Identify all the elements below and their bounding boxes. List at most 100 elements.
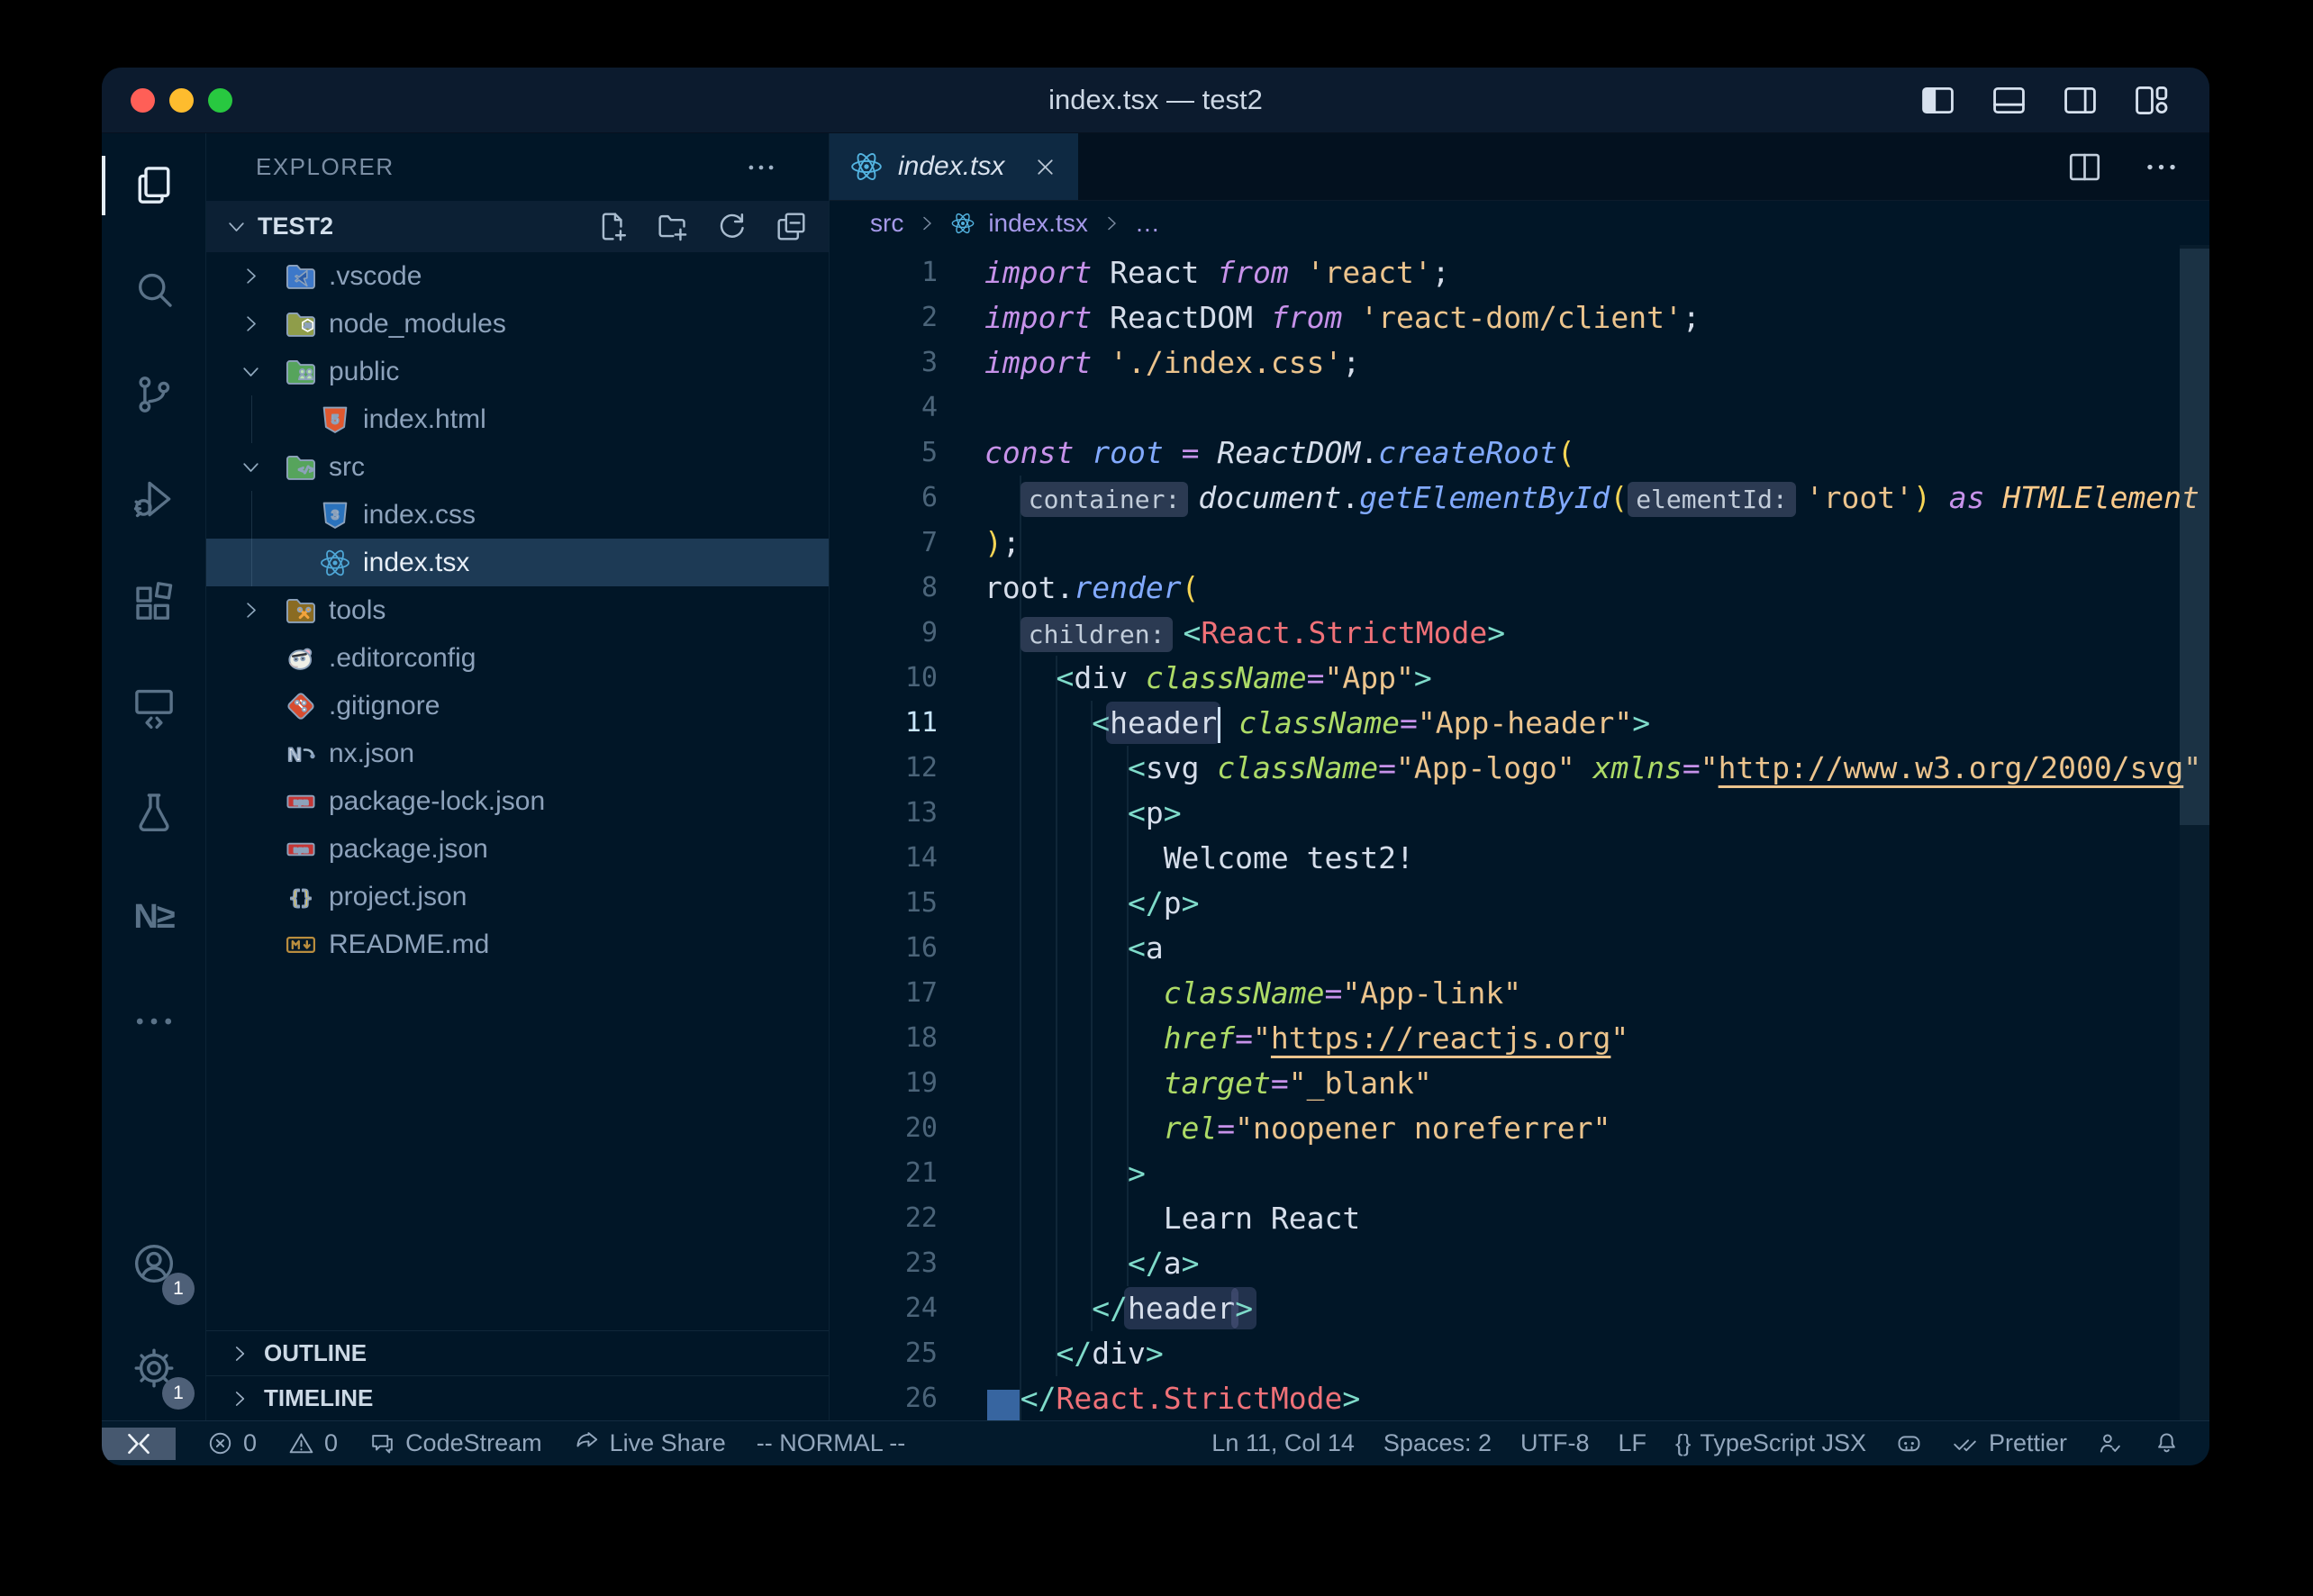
sidebar-item-index.html[interactable]: 5index.html [206,395,829,443]
activity-item-more-views[interactable] [102,969,205,1074]
status-formatter[interactable]: Prettier [1952,1429,2067,1457]
status-cursor-position[interactable]: Ln 11, Col 14 [1211,1429,1355,1457]
status-live-share[interactable]: Live Share [573,1429,726,1457]
status-eol[interactable]: LF [1619,1429,1647,1457]
sidebar-item-node_modules[interactable]: JSnode_modules [206,300,829,348]
chevron-down-icon[interactable] [239,455,263,479]
chevron-right-icon[interactable] [239,264,263,288]
status-errors[interactable]: 0 [206,1429,257,1457]
sidebar-item-tools[interactable]: tools [206,586,829,634]
code-line[interactable]: 16 <a [830,926,2209,971]
code-line[interactable]: 9 children:<React.StrictMode> [830,611,2209,656]
code-line[interactable]: 24 </header> [830,1286,2209,1331]
status-feedback[interactable] [2096,1429,2124,1457]
code-line[interactable]: 21 > [830,1151,2209,1196]
code-line[interactable]: 15 </p> [830,881,2209,926]
code-line[interactable]: 3import './index.css'; [830,340,2209,385]
sidebar-item-.editorconfig[interactable]: .editorconfig [206,634,829,682]
new-folder-icon[interactable] [655,209,690,244]
status-language-mode[interactable]: {}TypeScript JSX [1675,1429,1866,1457]
project-section-header[interactable]: TEST2 [206,201,829,252]
toggle-panel-icon[interactable] [1989,80,2029,121]
code-line[interactable]: 23 </a> [830,1241,2209,1286]
code-line[interactable]: 25 </div> [830,1331,2209,1376]
chevron-right-icon[interactable] [239,312,263,336]
status-codestream[interactable]: CodeStream [368,1429,542,1457]
code-line[interactable]: 13 <p> [830,791,2209,836]
sidebar-item-.vscode[interactable]: .vscode [206,252,829,300]
refresh-explorer-icon[interactable] [714,209,749,244]
code-line[interactable]: 7); [830,521,2209,566]
activity-item-explorer[interactable] [102,133,205,238]
sidebar-item-.gitignore[interactable]: .gitignore [206,682,829,730]
sidebar-item-package.json[interactable]: npmpackage.json [206,825,829,873]
status-copilot[interactable] [1895,1429,1923,1457]
sidebar-item-public[interactable]: public [206,348,829,395]
activity-item-settings[interactable]: 1 [102,1316,205,1420]
activity-item-remote-explorer[interactable] [102,656,205,760]
code-line[interactable]: 14 Welcome test2! [830,836,2209,881]
code-line[interactable]: 8root.render( [830,566,2209,611]
activity-item-run-and-debug[interactable] [102,447,205,551]
inlay-hint: children: [1020,617,1174,652]
sidebar-item-src[interactable]: </>src [206,443,829,491]
close-tab-icon[interactable] [1032,154,1058,180]
activity-item-source-control[interactable] [102,342,205,447]
sidebar-item-project.json[interactable]: {}project.json [206,873,829,920]
chevron-down-icon[interactable] [239,359,263,384]
code-line[interactable]: 20 rel="noopener noreferrer" [830,1106,2209,1151]
new-file-icon[interactable] [595,209,630,244]
collapse-folders-icon[interactable] [774,209,809,244]
toggle-secondary-sidebar-icon[interactable] [2060,80,2100,121]
status-indentation[interactable]: Spaces: 2 [1383,1429,1492,1457]
code-line[interactable]: 4 [830,385,2209,431]
code-line[interactable]: 6 container:document.getElementById(elem… [830,476,2209,521]
customize-layout-icon[interactable] [2131,80,2172,121]
activity-item-testing[interactable] [102,760,205,865]
toggle-primary-sidebar-icon[interactable] [1918,80,1958,121]
panel-outline[interactable]: OUTLINE [206,1330,829,1375]
activity-item-nx-console[interactable]: N≥ [102,865,205,969]
sidebar-item-index.tsx[interactable]: index.tsx [206,539,829,586]
sidebar-item-package-lock.json[interactable]: npmpackage-lock.json [206,777,829,825]
code-line[interactable]: 22 Learn React [830,1196,2209,1241]
activity-item-extensions[interactable] [102,551,205,656]
sidebar-item-nx.json[interactable]: Nnx.json [206,730,829,777]
code-token: "App-link" [1342,975,1521,1011]
status-vim-mode[interactable]: -- NORMAL -- [757,1429,905,1457]
sidebar-item-index.css[interactable]: 3index.css [206,491,829,539]
panel-timeline[interactable]: TIMELINE [206,1375,829,1420]
status-notifications[interactable] [2153,1429,2181,1457]
breadcrumb-item[interactable]: src [870,209,903,238]
breadcrumb-item[interactable]: index.tsx [988,209,1088,238]
code-editor[interactable]: 1import React from 'react';2import React… [830,245,2209,1420]
code-line[interactable]: 19 target="_blank" [830,1061,2209,1106]
editor-scrollbar[interactable] [2180,245,2209,1420]
activity-item-accounts[interactable]: 1 [102,1211,205,1316]
chevron-right-icon[interactable] [239,598,263,622]
split-editor-icon[interactable] [2065,148,2104,186]
code-line[interactable]: 1import React from 'react'; [830,250,2209,295]
code-line[interactable]: 10 <div className="App"> [830,656,2209,701]
activity-item-search[interactable] [102,238,205,342]
code-line[interactable]: 17 className="App-link" [830,971,2209,1016]
code-line[interactable]: 2import ReactDOM from 'react-dom/client'… [830,295,2209,340]
title-bar[interactable]: index.tsx — test2 [102,68,2209,133]
chevron-down-icon [224,214,249,239]
code-line[interactable]: 18 href="https://reactjs.org" [830,1016,2209,1061]
status-left: 0 0 CodeStream Live Share -- NORMAL -- [102,1428,905,1460]
code-line[interactable]: 26 </React.StrictMode> [830,1376,2209,1420]
breadcrumb-item[interactable]: … [1135,209,1160,238]
status-warnings[interactable]: 0 [287,1429,338,1457]
tab-index-tsx[interactable]: index.tsx [830,133,1078,200]
views-and-more-actions-button[interactable] [744,150,778,185]
code-line[interactable]: 5const root = ReactDOM.createRoot( [830,431,2209,476]
file-label: .gitignore [329,691,440,721]
code-line[interactable]: 12 <svg className="App-logo" xmlns="http… [830,746,2209,791]
more-editor-actions-icon[interactable] [2142,148,2181,186]
code-line[interactable]: 11 <header className="App-header"> [830,701,2209,746]
status-encoding[interactable]: UTF-8 [1520,1429,1590,1457]
remote-indicator[interactable] [102,1428,176,1460]
scrollbar-thumb[interactable] [2180,249,2209,825]
sidebar-item-README.md[interactable]: README.md [206,920,829,968]
